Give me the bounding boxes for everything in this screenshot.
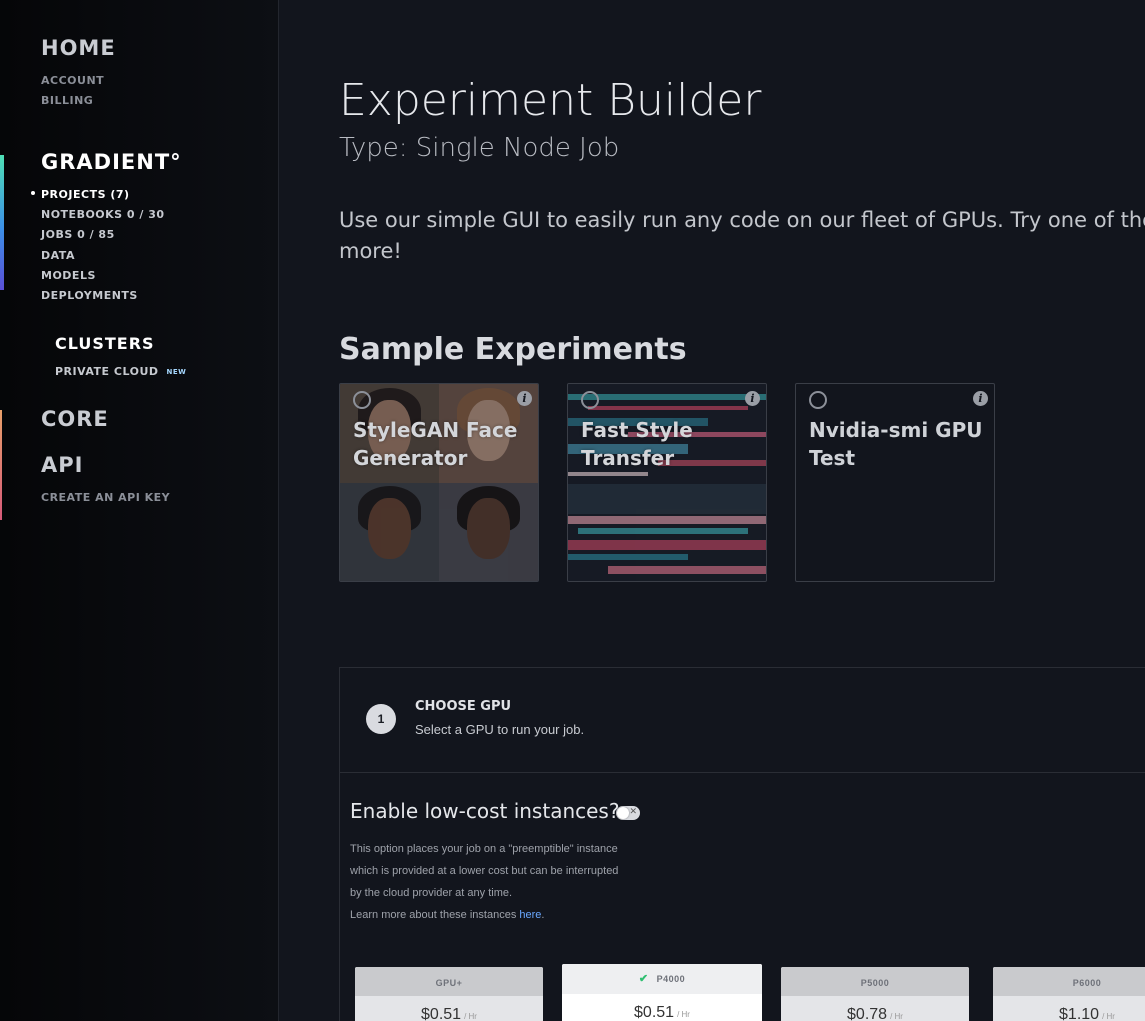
intro-text: Use our simple GUI to easily run any cod…: [339, 205, 1145, 267]
sample-radio-nvidia-smi[interactable]: [809, 391, 827, 409]
page-title: Experiment Builder: [339, 75, 762, 127]
gpu-header: ✔ P4000: [562, 964, 762, 994]
lowcost-description: This option places your job on a "preemp…: [350, 838, 650, 926]
gpu-price-row: $0.78/ Hr: [781, 996, 969, 1021]
gpu-card-p5000[interactable]: P5000 $0.78/ Hr: [781, 967, 969, 1021]
glitch-art: [568, 384, 766, 581]
main-content: Experiment Builder Type: Single Node Job…: [279, 0, 1145, 1021]
nav-billing[interactable]: BILLING: [41, 94, 93, 107]
nav-core[interactable]: CORE: [41, 407, 109, 431]
intro-line-1: Use our simple GUI to easily run any cod…: [339, 208, 1145, 232]
sample-card-stylegan[interactable]: i StyleGAN Face Generator: [339, 383, 539, 582]
gpu-price-unit: / Hr: [890, 1012, 903, 1021]
gpu-name: GPU+: [355, 967, 543, 996]
gpu-price-row: $0.51/ Hr: [562, 994, 762, 1021]
nav-create-api-key[interactable]: CREATE AN API KEY: [41, 491, 170, 504]
core-accent-bar: [0, 410, 2, 520]
nav-notebooks[interactable]: NOTEBOOKS 0 / 30: [41, 208, 165, 221]
gpu-card-gpu-plus[interactable]: GPU+ $0.51/ Hr: [355, 967, 543, 1021]
sample-card-nvidia-smi[interactable]: i Nvidia-smi GPU Test: [795, 383, 995, 582]
gpu-name: P6000: [993, 967, 1145, 996]
sample-label-style-transfer: Fast Style Transfer: [581, 418, 693, 470]
step-header: 1 CHOOSE GPU Select a GPU to run your jo…: [340, 668, 1145, 773]
sample-experiments-title: Sample Experiments: [339, 331, 687, 367]
toggle-off-icon: ✕: [629, 806, 637, 816]
nav-private-cloud[interactable]: PRIVATE CLOUD NEW: [55, 365, 186, 378]
gpu-card-p4000[interactable]: ✔ P4000 $0.51/ Hr: [562, 964, 762, 1021]
gpu-price-unit: / Hr: [1102, 1012, 1115, 1021]
nav-account[interactable]: ACCOUNT: [41, 74, 104, 87]
lowcost-line-3: by the cloud provider at any time.: [350, 887, 513, 899]
check-icon: ✔: [638, 973, 649, 985]
gradient-accent-bar: [0, 155, 4, 290]
page-subtitle: Type: Single Node Job: [339, 132, 620, 163]
info-icon[interactable]: i: [973, 391, 988, 406]
nav-projects[interactable]: PROJECTS (7): [41, 188, 130, 201]
gpu-price: $0.51: [634, 1004, 675, 1021]
private-cloud-label: PRIVATE CLOUD: [55, 365, 159, 378]
sample-radio-stylegan[interactable]: [353, 391, 371, 409]
active-bullet: [31, 191, 35, 195]
gpu-price-row: $0.51/ Hr: [355, 996, 543, 1021]
nav-models[interactable]: MODELS: [41, 269, 96, 282]
intro-line-2: more!: [339, 239, 402, 263]
nav-deployments[interactable]: DEPLOYMENTS: [41, 289, 138, 302]
stylegan-thumbnail: [340, 384, 538, 581]
face-3: [340, 482, 439, 581]
gpu-name: P5000: [781, 967, 969, 996]
lowcost-line-1: This option places your job on a "preemp…: [350, 843, 618, 855]
style-transfer-thumbnail: [568, 384, 766, 581]
gpu-price: $0.51: [421, 1006, 462, 1021]
nav-data[interactable]: DATA: [41, 249, 75, 262]
lowcost-line-2: which is provided at a lower cost but ca…: [350, 865, 619, 877]
lowcost-line-4: Learn more about these instances: [350, 909, 517, 921]
gpu-price: $1.10: [1059, 1006, 1100, 1021]
sample-radio-style-transfer[interactable]: [581, 391, 599, 409]
nav-jobs[interactable]: JOBS 0 / 85: [41, 228, 115, 241]
step-number: 1: [366, 704, 396, 734]
sidebar: HOME ACCOUNT BILLING GRADIENT° PROJECTS …: [0, 0, 279, 1021]
gpu-price-unit: / Hr: [464, 1012, 477, 1021]
info-icon[interactable]: i: [745, 391, 760, 406]
info-icon[interactable]: i: [517, 391, 532, 406]
nav-clusters[interactable]: CLUSTERS: [55, 334, 155, 353]
lowcost-learn-more-link[interactable]: here: [519, 909, 541, 921]
nav-api[interactable]: API: [41, 453, 83, 477]
face-4: [439, 482, 538, 581]
gpu-price-unit: / Hr: [677, 1010, 690, 1019]
gpu-price: $0.78: [847, 1006, 888, 1021]
sample-label-nvidia-smi: Nvidia-smi GPU Test: [809, 418, 983, 470]
nav-home[interactable]: HOME: [41, 36, 116, 60]
step-description: Select a GPU to run your job.: [415, 722, 585, 737]
gpu-price-row: $1.10/ Hr: [993, 996, 1145, 1021]
lowcost-title: Enable low-cost instances?: [350, 799, 620, 823]
gpu-card-p6000[interactable]: P6000 $1.10/ Hr: [993, 967, 1145, 1021]
sample-card-style-transfer[interactable]: i Fast Style Transfer: [567, 383, 767, 582]
new-badge: NEW: [166, 368, 187, 376]
lowcost-period: .: [541, 909, 545, 921]
gpu-name: P4000: [656, 974, 686, 984]
step-title: CHOOSE GPU: [415, 699, 512, 714]
choose-gpu-panel: 1 CHOOSE GPU Select a GPU to run your jo…: [339, 667, 1145, 1021]
sample-label-stylegan: StyleGAN Face Generator: [353, 418, 518, 470]
lowcost-toggle[interactable]: ✕: [616, 806, 640, 820]
toggle-knob: [617, 807, 629, 819]
nav-gradient[interactable]: GRADIENT°: [41, 150, 182, 174]
